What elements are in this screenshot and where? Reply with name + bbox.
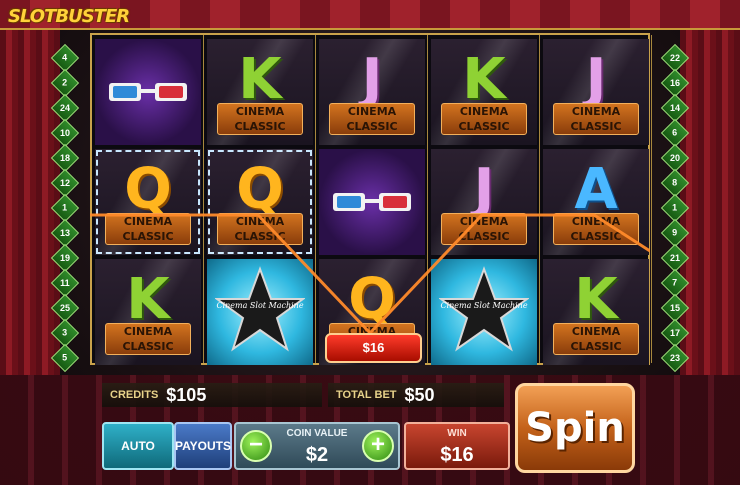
payline-numbers-left: 4 2 24 10 18 12 1 13 19 11 25 3 5 xyxy=(50,43,80,373)
payline-number-label: 5 xyxy=(62,352,68,363)
cinema-classic-plaque: CINEMA CLASSIC xyxy=(441,103,527,135)
star-icon xyxy=(439,266,529,352)
payline-numbers-right: 22 16 14 6 20 8 1 9 21 7 15 17 23 xyxy=(660,43,690,373)
payline-number-label: 16 xyxy=(669,77,681,88)
reel-symbol: QCINEMA CLASSIC xyxy=(95,149,201,255)
payline-number-label: 9 xyxy=(672,227,678,238)
reel-symbol: QCINEMA CLASSIC xyxy=(207,149,313,255)
cinema-classic-plaque: CINEMA CLASSIC xyxy=(217,103,303,135)
total-bet-bar: TOTAL BET $50 xyxy=(328,383,504,407)
reel-symbol xyxy=(95,39,201,145)
reel-column: J CINEMA CLASSIC A CINEMA CLASSIC K CINEMA CL… xyxy=(540,35,652,365)
reel-symbol: K CINEMA CLASSIC xyxy=(543,259,649,365)
payline-number-label: 2 xyxy=(62,77,68,88)
payouts-button[interactable]: PAYOUTS xyxy=(174,422,232,470)
total-bet-value: $50 xyxy=(404,384,435,405)
reel-symbol: J CINEMA CLASSIC xyxy=(431,149,537,255)
right-curtain xyxy=(680,0,740,375)
3d-glasses-icon xyxy=(109,83,187,101)
reel-symbol: K CINEMA CLASSIC xyxy=(431,39,537,145)
reel-symbol: K CINEMA CLASSIC xyxy=(207,39,313,145)
reel-column: K CINEMA CLASSIC Q CINEMA CLASSIC Cinema Slo… xyxy=(204,35,316,365)
reel-symbol xyxy=(319,149,425,255)
reel-symbol: Cinema Slot Machine xyxy=(207,259,313,365)
reel-symbol: K CINEMA CLASSIC xyxy=(95,259,201,365)
payline-number-label: 14 xyxy=(669,102,681,113)
cinema-classic-plaque: CINEMA CLASSIC xyxy=(217,213,303,245)
payline-number-label: 21 xyxy=(669,252,681,263)
reel-column: K CINEMA CLASSIC J CINEMA CLASSIC Cinema Slo… xyxy=(428,35,540,365)
reel-grid: Q CINEMA CLASSIC K CINEMA CLASSIC K CINEMA CL… xyxy=(90,33,652,365)
payline-number-label: 23 xyxy=(669,352,681,363)
win-label: WIN xyxy=(447,428,467,439)
star-caption: Cinema Slot Machine xyxy=(216,301,304,310)
reel-symbol: A CINEMA CLASSIC xyxy=(543,149,649,255)
cinema-classic-plaque: CINEMA CLASSIC xyxy=(329,103,415,135)
payline-number[interactable]: 5 xyxy=(50,343,80,373)
game-logo: SLOTBUSTER xyxy=(8,6,130,27)
payline-number-label: 24 xyxy=(59,102,71,113)
payline-number-label: 10 xyxy=(59,127,71,138)
payline-number-label: 19 xyxy=(59,252,71,263)
reel-column: JCINEMA CLASSICQCINEMA CLASSIC xyxy=(316,35,428,365)
payline-win-badge: $16 xyxy=(325,333,422,363)
coin-value-label: COIN VALUE xyxy=(286,428,348,439)
payline-number-label: 3 xyxy=(62,327,68,338)
auto-button[interactable]: AUTO xyxy=(102,422,174,470)
spin-button[interactable]: Spin xyxy=(515,383,635,473)
cinema-classic-plaque: CINEMA CLASSIC xyxy=(105,323,191,355)
payline-number-label: 11 xyxy=(60,277,70,288)
payline-number-label: 17 xyxy=(669,327,681,338)
payline-number-label: 25 xyxy=(59,302,71,313)
coin-increase-button[interactable]: + xyxy=(362,430,394,462)
payline-number-label: 22 xyxy=(669,52,681,63)
cinema-classic-plaque: CINEMA CLASSIC xyxy=(441,213,527,245)
reel-column: Q CINEMA CLASSIC K CINEMA CLASSIC xyxy=(92,35,204,365)
payline-number-label: 6 xyxy=(672,127,678,138)
payline-number-label: 8 xyxy=(672,177,678,188)
total-bet-label: TOTAL BET xyxy=(336,389,397,401)
coin-value-panel: − COIN VALUE $2 + xyxy=(234,422,400,470)
3d-glasses-icon xyxy=(333,193,411,211)
win-value: $16 xyxy=(440,444,474,466)
star-caption: Cinema Slot Machine xyxy=(440,301,528,310)
payline-number-label: 12 xyxy=(59,177,71,188)
reel-symbol: J CINEMA CLASSIC xyxy=(319,39,425,145)
coin-decrease-button[interactable]: − xyxy=(240,430,272,462)
coin-value: $2 xyxy=(305,444,329,466)
payline-number-label: 1 xyxy=(672,202,678,213)
credits-label: CREDITS xyxy=(110,389,159,401)
payline-number[interactable]: 23 xyxy=(660,343,690,373)
reel-symbol: Cinema Slot Machine xyxy=(431,259,537,365)
payline-number-label: 1 xyxy=(62,202,68,213)
credits-value: $105 xyxy=(166,384,207,405)
reel-symbol: J CINEMA CLASSIC xyxy=(543,39,649,145)
payline-number-label: 20 xyxy=(669,152,681,163)
payline-number-label: 18 xyxy=(59,152,71,163)
cinema-classic-plaque: CINEMA CLASSIC xyxy=(553,323,639,355)
payline-number-label: 4 xyxy=(62,52,68,63)
win-panel: WIN $16 xyxy=(404,422,510,470)
cinema-classic-plaque: CINEMA CLASSIC xyxy=(553,213,639,245)
game-stage: SLOTBUSTER 4 2 24 10 18 12 1 13 19 11 25 3 5 22 16 14 6… xyxy=(0,0,740,485)
star-icon xyxy=(215,266,305,352)
payline-number-label: 13 xyxy=(59,227,71,238)
payline-number-label: 15 xyxy=(669,302,681,313)
cinema-classic-plaque: CINEMA CLASSIC xyxy=(105,213,191,245)
cinema-classic-plaque: CINEMA CLASSIC xyxy=(553,103,639,135)
payline-number-label: 7 xyxy=(672,277,678,288)
credits-bar: CREDITS $105 xyxy=(102,383,322,407)
